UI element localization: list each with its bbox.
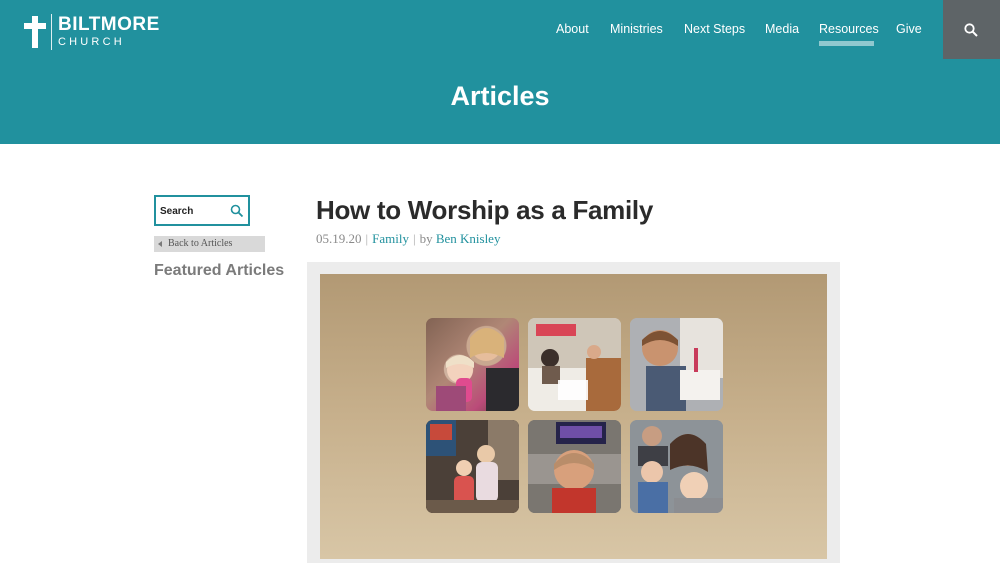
site-header: BILTMORE CHURCH About Ministries Next St… (0, 0, 1000, 144)
nav-next-steps[interactable]: Next Steps (684, 20, 745, 38)
sidebar-search (154, 195, 250, 226)
family-photo (630, 318, 723, 411)
nav-about[interactable]: About (556, 20, 589, 38)
article-author-link[interactable]: Ben Knisley (436, 231, 501, 246)
family-photo (528, 318, 621, 411)
nav-resources[interactable]: Resources (819, 20, 879, 38)
page-title: Articles (450, 81, 550, 111)
header-search-button[interactable] (943, 0, 1000, 59)
family-photo (426, 318, 519, 411)
family-photo (630, 420, 723, 513)
back-to-articles-link[interactable]: Back to Articles (154, 236, 265, 252)
active-nav-indicator (819, 41, 874, 46)
logo-name: BILTMORE (58, 14, 160, 35)
article-category-link[interactable]: Family (372, 231, 409, 246)
nav-media[interactable]: Media (765, 20, 799, 38)
church-logo[interactable]: BILTMORE CHURCH (22, 14, 172, 50)
nav-give[interactable]: Give (896, 20, 922, 38)
family-photo (426, 420, 519, 513)
search-icon (964, 23, 978, 37)
search-input[interactable] (160, 202, 230, 220)
article-date: 05.19.20 (316, 231, 362, 246)
by-label: by (419, 231, 433, 246)
article-meta: 05.19.20 | Family | by Ben Knisley (316, 231, 501, 246)
search-icon[interactable] (230, 204, 244, 218)
nav-ministries[interactable]: Ministries (610, 20, 663, 38)
featured-articles-heading: Featured Articles (154, 262, 285, 279)
logo-subtitle: CHURCH (58, 36, 125, 48)
featured-image (320, 274, 827, 559)
family-photo (528, 420, 621, 513)
cross-icon (24, 16, 46, 48)
back-arrow-icon (158, 241, 162, 247)
back-to-articles-label: Back to Articles (168, 238, 233, 249)
article-title: How to Worship as a Family (316, 195, 654, 225)
